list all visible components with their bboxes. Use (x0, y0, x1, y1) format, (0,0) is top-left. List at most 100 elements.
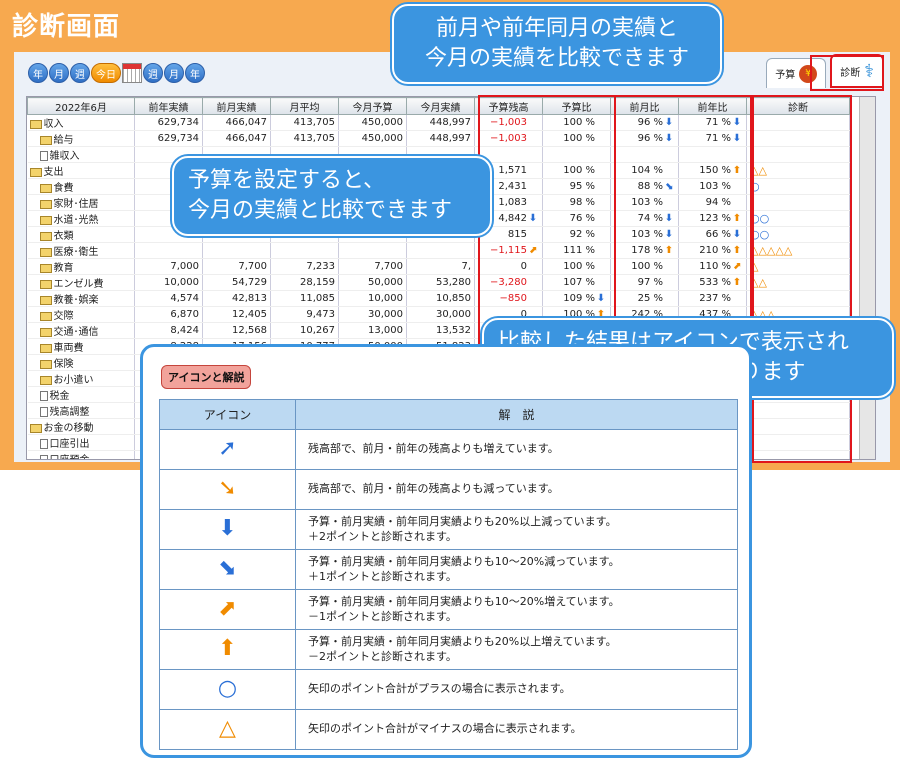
category-name: 交通･通信 (53, 327, 99, 338)
value-cell: 7,700 (202, 258, 271, 275)
value-text: 8,424 (170, 325, 199, 336)
value-text: 53,280 (436, 277, 471, 288)
folder-icon (29, 423, 42, 433)
value-cell (338, 242, 407, 259)
value-cell (406, 242, 475, 259)
category-cell: 支出 (27, 162, 135, 179)
value-cell: 28,159 (270, 274, 339, 291)
category-cell: 食費 (27, 178, 135, 195)
legend-description: 残高部で、前月・前年の残高よりも減っています。 (295, 469, 738, 510)
category-cell: 口座預金 (27, 450, 135, 459)
nav-button-0[interactable]: 年 (28, 63, 48, 83)
legend-row: △ 矢印のポイント合計がマイナスの場合に表示されます。 (159, 709, 738, 750)
value-text: 30,000 (368, 309, 403, 320)
category-cell: お金の移動 (27, 418, 135, 435)
nav-button-1[interactable]: 月 (49, 63, 69, 83)
folder-icon (39, 311, 52, 321)
legend-row: ⬇ 予算・前月実績・前年同月実績よりも20%以上減っています。 ＋2ポイントと診断… (159, 509, 738, 550)
value-text: 7,700 (374, 261, 403, 272)
down-right-orange-arrow-icon: ➘ (159, 469, 296, 510)
category-cell: 家財･住居 (27, 194, 135, 211)
diagnosis-column-highlight (750, 95, 852, 463)
folder-icon (39, 135, 52, 145)
category-name: 食費 (53, 183, 74, 194)
diagnosis-tab-highlight (810, 55, 884, 91)
calendar-icon[interactable] (122, 63, 142, 83)
value-cell: 30,000 (406, 306, 475, 323)
col-header[interactable]: 前月実績 (202, 97, 271, 115)
value-text: 629,734 (157, 117, 199, 128)
vertical-scrollbar[interactable] (859, 97, 875, 459)
value-cell: 11,085 (270, 290, 339, 307)
category-name: エンゼル費 (53, 279, 104, 290)
col-header[interactable]: 前年実績 (134, 97, 203, 115)
period-navigation: 年月週今日週月年 (28, 62, 205, 84)
legend-description: 予算・前月実績・前年同月実績よりも20%以上増えています。 －2ポイントと診断さ… (295, 629, 738, 670)
category-cell: 税金 (27, 386, 135, 403)
value-cell (270, 242, 339, 259)
category-name: 雑収入 (49, 151, 80, 162)
down-blue-arrow-icon: ⬇ (159, 509, 296, 550)
value-cell: 10,000 (134, 274, 203, 291)
folder-icon (39, 183, 52, 193)
document-icon (39, 439, 48, 449)
value-text: 12,568 (232, 325, 267, 336)
value-cell: 13,000 (338, 322, 407, 339)
value-cell: 10,850 (406, 290, 475, 307)
nav-button-3[interactable]: 今日 (91, 63, 121, 83)
value-cell: 12,405 (202, 306, 271, 323)
screen-title: 診断画面 (12, 12, 121, 42)
value-text: 7,233 (306, 261, 335, 272)
category-name: 水道･光熱 (53, 215, 99, 226)
value-cell: 42,813 (202, 290, 271, 307)
value-text: 42,813 (232, 293, 267, 304)
legend-row: ○ 矢印のポイント合計がプラスの場合に表示されます。 (159, 669, 738, 710)
value-text: 413,705 (293, 133, 335, 144)
value-cell: 9,473 (270, 306, 339, 323)
legend-col-desc: 解 説 (295, 399, 738, 430)
folder-icon (39, 343, 52, 353)
category-name: お金の移動 (43, 423, 94, 434)
value-text: 466,047 (225, 133, 267, 144)
value-text: 10,000 (368, 293, 403, 304)
nav-button-2[interactable]: 週 (70, 63, 90, 83)
down-right-blue-arrow-icon: ⬊ (159, 549, 296, 590)
tab-budget-label: 予算 (775, 70, 796, 81)
col-header[interactable]: 今月予算 (338, 97, 407, 115)
value-text: 10,267 (300, 325, 335, 336)
category-name: 医療･衛生 (53, 247, 99, 258)
col-header[interactable]: 2022年6月 (27, 97, 135, 115)
callout-budget: 予算を設定すると、 今月の実績と比較できます (172, 156, 492, 236)
folder-icon (39, 295, 52, 305)
col-header[interactable]: 今月実績 (406, 97, 475, 115)
nav-button-6[interactable]: 月 (164, 63, 184, 83)
value-cell: 450,000 (338, 130, 407, 147)
col-header[interactable]: 月平均 (270, 97, 339, 115)
value-cell: 413,705 (270, 130, 339, 147)
value-cell: 12,568 (202, 322, 271, 339)
up-orange-arrow-icon: ⬆ (159, 629, 296, 670)
document-icon (39, 407, 48, 417)
category-cell: 口座引出 (27, 434, 135, 451)
document-icon (39, 151, 48, 161)
value-text: 4,574 (170, 293, 199, 304)
legend-row: ➚ 残高部で、前月・前年の残高よりも増えています。 (159, 429, 738, 470)
category-cell: 保険 (27, 354, 135, 371)
category-name: 衣類 (53, 231, 74, 242)
value-text: 10,000 (164, 277, 199, 288)
value-text: 50,000 (368, 277, 403, 288)
nav-button-7[interactable]: 年 (185, 63, 205, 83)
value-cell: 450,000 (338, 114, 407, 131)
category-name: お小遣い (53, 375, 94, 386)
folder-icon (39, 263, 52, 273)
category-name: 教育 (53, 263, 74, 274)
legend-row: ⬊ 予算・前月実績・前年同月実績よりも10〜20%減っています。 ＋1ポイントと診… (159, 549, 738, 590)
document-icon (39, 455, 48, 459)
value-text: 450,000 (361, 133, 403, 144)
nav-button-5[interactable]: 週 (143, 63, 163, 83)
value-text: 7,700 (238, 261, 267, 272)
folder-icon (39, 375, 52, 385)
category-name: 口座預金 (50, 455, 90, 459)
category-cell: 雑収入 (27, 146, 135, 163)
folder-icon (39, 231, 52, 241)
